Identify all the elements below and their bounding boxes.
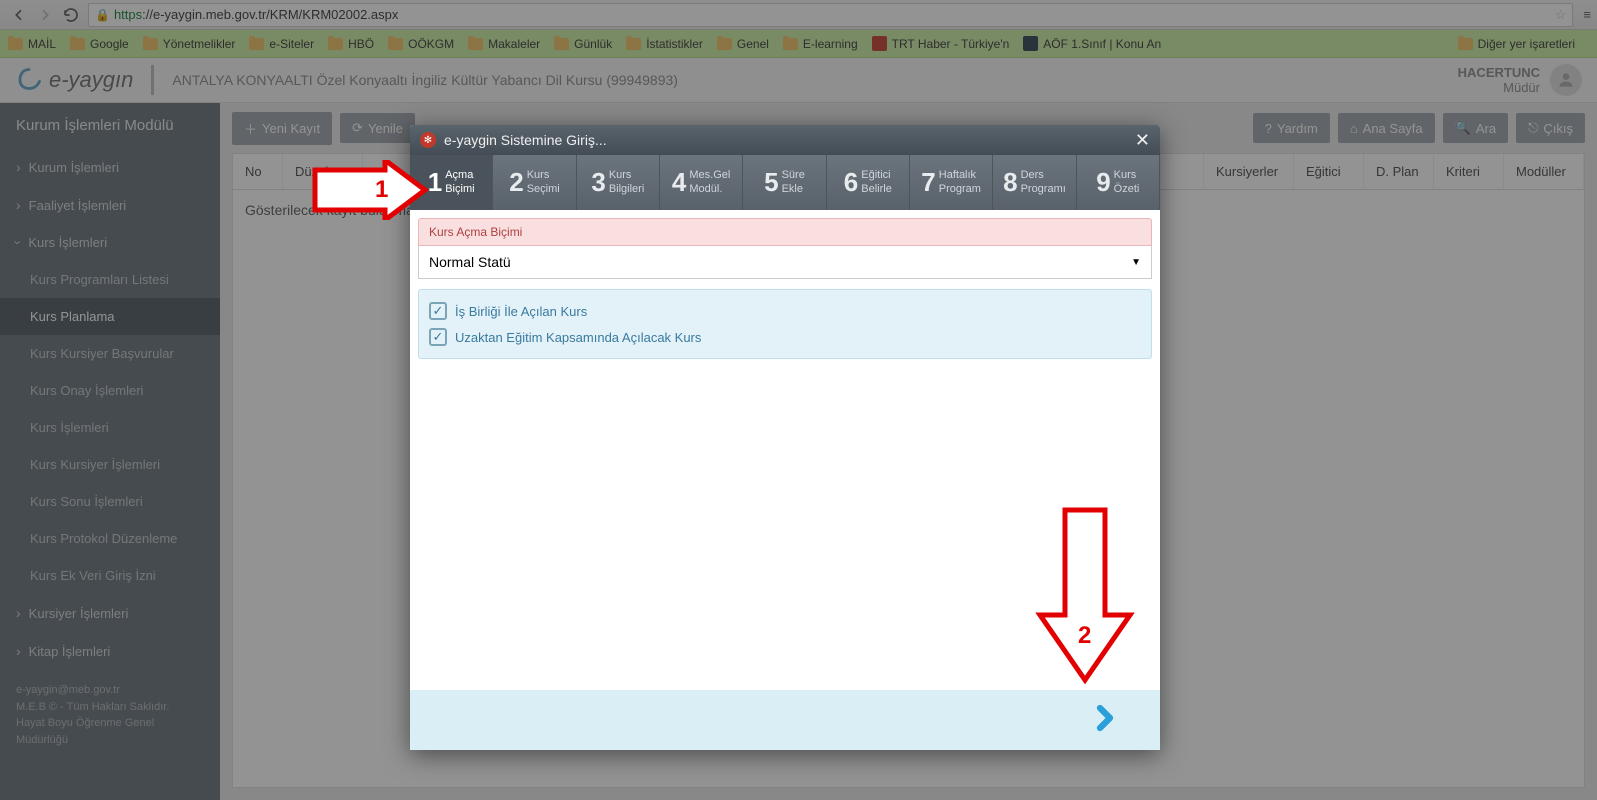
wizard-step-9[interactable]: 9KursÖzeti bbox=[1077, 155, 1160, 210]
modal-title-text: e-yaygin Sistemine Giriş... bbox=[444, 132, 607, 148]
wizard-step-4[interactable]: 4Mes.GelModül. bbox=[660, 155, 743, 210]
wizard-step-2[interactable]: 2KursSeçimi bbox=[493, 155, 576, 210]
modal-footer bbox=[410, 690, 1160, 750]
options-block: ✓ İş Birliği İle Açılan Kurs ✓ Uzaktan E… bbox=[418, 289, 1152, 359]
checkbox-icon: ✓ bbox=[429, 302, 447, 320]
checkbox-row-isbirligi[interactable]: ✓ İş Birliği İle Açılan Kurs bbox=[429, 298, 1141, 324]
wizard-step-1[interactable]: 1AçmaBiçimi bbox=[410, 155, 493, 210]
wizard-steps: 1AçmaBiçimi 2KursSeçimi 3KursBilgileri 4… bbox=[410, 155, 1160, 210]
chevron-down-icon: ▼ bbox=[1131, 257, 1141, 268]
wizard-step-6[interactable]: 6EğiticiBelirle bbox=[827, 155, 910, 210]
section-label: Kurs Açma Biçimi bbox=[418, 218, 1152, 246]
chevron-right-icon bbox=[1090, 703, 1120, 733]
status-select[interactable]: Normal Statü ▼ bbox=[418, 246, 1152, 279]
next-button[interactable] bbox=[1090, 703, 1120, 738]
modal-title-icon: ✻ bbox=[420, 132, 436, 148]
wizard-step-5[interactable]: 5SüreEkle bbox=[743, 155, 826, 210]
modal-titlebar: ✻ e-yaygin Sistemine Giriş... ✕ bbox=[410, 125, 1160, 155]
select-value: Normal Statü bbox=[429, 254, 511, 270]
wizard-step-8[interactable]: 8DersProgramı bbox=[993, 155, 1076, 210]
modal-body: Kurs Açma Biçimi Normal Statü ▼ ✓ İş Bir… bbox=[410, 210, 1160, 690]
checkbox-icon: ✓ bbox=[429, 328, 447, 346]
checkbox-row-uzaktan[interactable]: ✓ Uzaktan Eğitim Kapsamında Açılacak Kur… bbox=[429, 324, 1141, 350]
wizard-step-7[interactable]: 7HaftalıkProgram bbox=[910, 155, 993, 210]
wizard-step-3[interactable]: 3KursBilgileri bbox=[577, 155, 660, 210]
close-icon[interactable]: ✕ bbox=[1135, 130, 1150, 151]
annotation-label-2: 2 bbox=[1078, 622, 1091, 650]
wizard-modal: ✻ e-yaygin Sistemine Giriş... ✕ 1AçmaBiç… bbox=[410, 125, 1160, 750]
annotation-label-1: 1 bbox=[375, 176, 388, 204]
